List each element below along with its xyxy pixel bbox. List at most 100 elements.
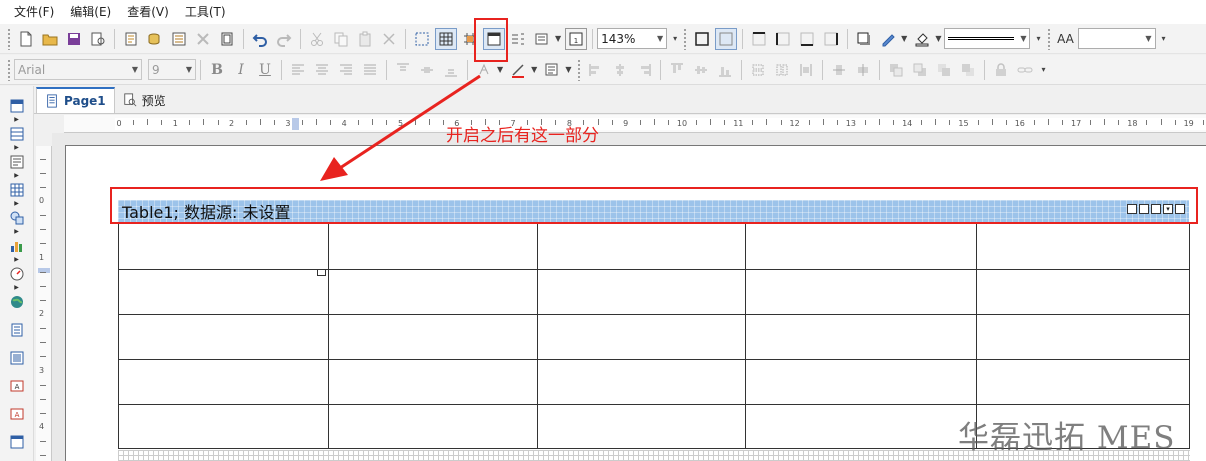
same-height-icon[interactable] [771, 59, 793, 81]
band-icon[interactable] [7, 96, 27, 116]
menu-edit[interactable]: 编辑(E) [62, 0, 119, 24]
border-left-icon[interactable] [772, 28, 794, 50]
align-bottoms-icon[interactable] [714, 59, 736, 81]
table-cell[interactable] [976, 224, 1189, 269]
toolbar-grip[interactable] [7, 58, 11, 81]
align-right-icon[interactable] [335, 59, 357, 81]
shapes-icon[interactable] [7, 208, 27, 228]
data-source-icon[interactable] [144, 28, 166, 50]
table-cell[interactable] [328, 269, 537, 314]
border-right-icon[interactable] [820, 28, 842, 50]
chevron-down-icon[interactable]: ▼ [901, 34, 907, 43]
table-cell[interactable] [328, 359, 537, 404]
center-vertically-icon[interactable] [852, 59, 874, 81]
table-cell[interactable] [976, 359, 1189, 404]
report-page-icon[interactable] [7, 320, 27, 340]
order-icon[interactable] [507, 28, 529, 50]
menu-file[interactable]: 文件(F) [6, 0, 62, 24]
chevron-right-icon[interactable]: ▶ [14, 144, 19, 152]
table-cell[interactable] [537, 404, 745, 448]
move-forward-icon[interactable] [933, 59, 955, 81]
border-style-select[interactable]: ▼ [944, 28, 1031, 49]
chevron-right-icon[interactable]: ▶ [14, 172, 19, 180]
border-bottom-icon[interactable] [796, 28, 818, 50]
align-left-icon[interactable] [287, 59, 309, 81]
menu-tools[interactable]: 工具(T) [177, 0, 234, 24]
toolbar-grip[interactable] [1046, 27, 1051, 50]
valign-top-icon[interactable] [392, 59, 414, 81]
tab-preview[interactable]: 预览 [115, 87, 174, 113]
border-all-icon[interactable] [691, 28, 713, 50]
zoom-select[interactable]: 143% ▼ [597, 28, 668, 49]
tab-page1[interactable]: Page1 [36, 87, 115, 113]
same-width-icon[interactable] [747, 59, 769, 81]
page-setup-icon[interactable] [120, 28, 142, 50]
align-middles-icon[interactable] [690, 59, 712, 81]
table-cell[interactable] [745, 359, 976, 404]
page-icon[interactable] [216, 28, 238, 50]
center-horizontally-icon[interactable] [828, 59, 850, 81]
cut-icon[interactable] [306, 28, 328, 50]
table-cell[interactable] [328, 224, 537, 269]
italic-button[interactable]: I [230, 59, 252, 81]
table-cell[interactable] [976, 269, 1189, 314]
rich-text-icon[interactable]: A [7, 404, 27, 424]
toolbar-overflow-icon[interactable]: ▾ [673, 34, 677, 43]
table-cell[interactable] [537, 269, 745, 314]
print-preview-icon[interactable] [87, 28, 109, 50]
table-cell[interactable] [119, 224, 328, 269]
data-band-icon[interactable] [7, 348, 27, 368]
panel-icon[interactable] [7, 432, 27, 452]
table-component-icon[interactable] [7, 180, 27, 200]
table-cell[interactable] [119, 404, 328, 448]
style-select[interactable]: ▼ [1077, 28, 1156, 49]
bring-to-front-icon[interactable] [885, 59, 907, 81]
send-to-back-icon[interactable] [909, 59, 931, 81]
chevron-right-icon[interactable]: ▶ [14, 228, 19, 236]
new-file-icon[interactable] [15, 28, 37, 50]
table-cell[interactable] [119, 269, 328, 314]
table-cell[interactable] [328, 314, 537, 359]
link-icon[interactable] [1014, 59, 1036, 81]
format-icon[interactable] [541, 59, 563, 81]
open-folder-icon[interactable] [39, 28, 61, 50]
table-cell[interactable] [119, 314, 328, 359]
copy-icon[interactable] [330, 28, 352, 50]
chevron-down-icon[interactable]: ▼ [935, 34, 941, 43]
bold-button[interactable]: B [206, 59, 228, 81]
text-component-icon[interactable] [7, 152, 27, 172]
show-grid-icon[interactable] [435, 27, 457, 50]
table-cell[interactable] [745, 224, 976, 269]
chevron-down-icon[interactable]: ▼ [531, 65, 537, 74]
redo-icon[interactable] [273, 28, 295, 50]
move-backward-icon[interactable] [957, 59, 979, 81]
table-cell[interactable] [745, 404, 976, 448]
border-top-icon[interactable] [748, 28, 770, 50]
chevron-down-icon[interactable]: ▼ [555, 34, 561, 43]
align-rights-icon[interactable] [633, 59, 655, 81]
label-icon[interactable]: A [7, 376, 27, 396]
font-style-icon[interactable]: AA [1055, 28, 1077, 50]
chevron-right-icon[interactable]: ▶ [14, 256, 19, 264]
map-globe-icon[interactable] [7, 292, 27, 312]
chevron-right-icon[interactable]: ▶ [14, 284, 19, 292]
select-all-icon[interactable] [411, 28, 433, 50]
gauge-icon[interactable] [7, 264, 27, 284]
line-color-icon[interactable] [507, 59, 529, 81]
align-lefts-icon[interactable] [585, 59, 607, 81]
table-cell[interactable] [537, 224, 745, 269]
properties-icon[interactable] [531, 28, 553, 50]
chevron-right-icon[interactable]: ▶ [14, 200, 19, 208]
font-size-select[interactable]: 9 ▼ [148, 59, 196, 80]
chevron-down-icon[interactable]: ▼ [565, 65, 571, 74]
table-cell[interactable] [976, 314, 1189, 359]
page-number-icon[interactable]: 1 [565, 27, 588, 50]
toolbar-overflow-icon[interactable]: ▾ [1041, 65, 1045, 74]
toolbar-overflow-icon[interactable]: ▾ [1036, 34, 1040, 43]
shadow-icon[interactable] [853, 28, 875, 50]
chevron-down-icon[interactable]: ▼ [497, 65, 503, 74]
table-cell[interactable] [119, 359, 328, 404]
chart-icon[interactable] [7, 236, 27, 256]
save-icon[interactable] [63, 28, 85, 50]
menu-view[interactable]: 查看(V) [119, 0, 177, 24]
